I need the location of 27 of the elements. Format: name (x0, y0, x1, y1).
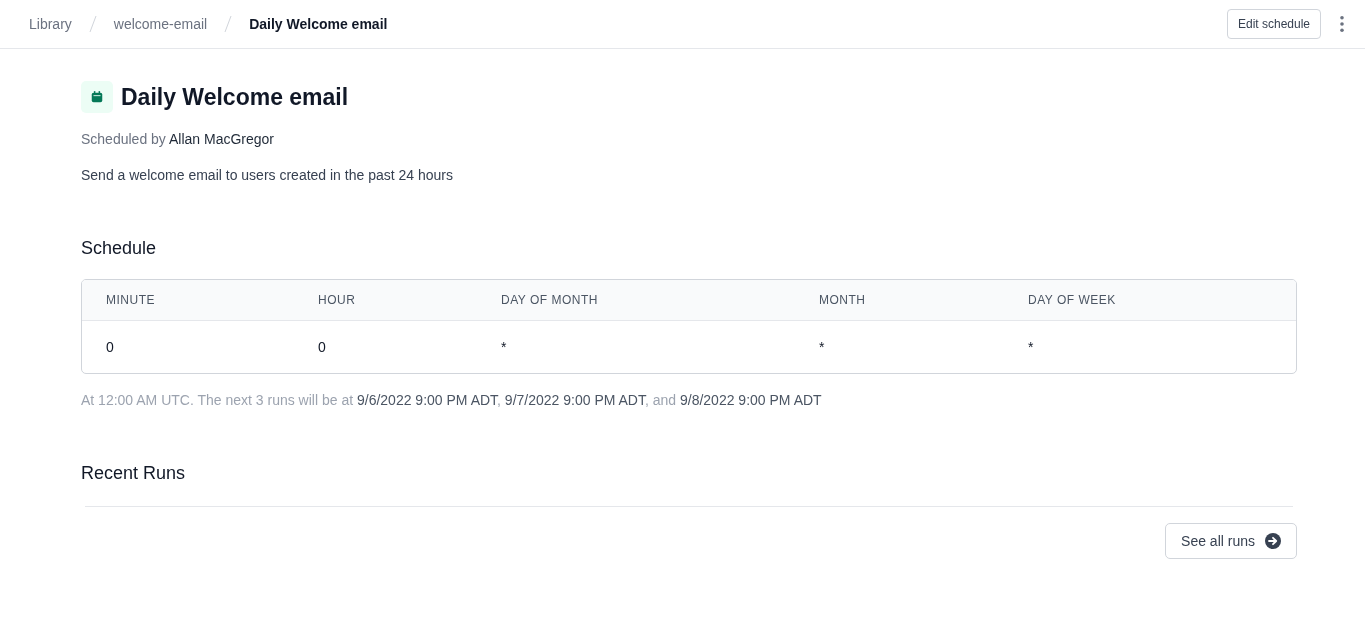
author-name: Allan MacGregor (168, 131, 274, 147)
column-header: HOUR (318, 293, 357, 307)
column-header: MINUTE (106, 293, 156, 307)
column-header: DAY OF MONTH (501, 293, 599, 307)
calendar-icon (81, 81, 113, 113)
section-heading: Schedule (81, 238, 158, 259)
see-all-runs-button[interactable]: See all runs (1165, 523, 1297, 559)
section-heading: Recent Runs (81, 463, 187, 484)
table-cell-text: 0 (106, 339, 115, 355)
table-cell-text: 0 (318, 339, 327, 355)
arrow-right-circle-icon (1265, 533, 1281, 549)
more-options-icon[interactable] (1339, 15, 1345, 33)
table-cell-text: * (501, 339, 508, 355)
edit-schedule-button[interactable]: Edit schedule (1226, 9, 1321, 39)
breadcrumb-separator (223, 14, 234, 34)
table-cell-text: * (1028, 339, 1035, 355)
current-breadcrumb[interactable]: Daily Welcome email (249, 16, 388, 32)
breadcrumb-separator (87, 14, 98, 34)
breadcrumb-link[interactable]: Library (29, 16, 72, 32)
breadcrumb-link[interactable]: welcome-email (113, 16, 208, 32)
description-text: Send a welcome email to users created in the past 24 hours (81, 167, 454, 183)
page-title: Daily Welcome email (121, 83, 349, 111)
table-cell-text: * (819, 339, 826, 355)
column-header: MONTH (819, 293, 867, 307)
column-header: DAY OF WEEK (1028, 293, 1117, 307)
scheduled-by-label: Scheduled by (81, 131, 166, 147)
next-runs-text: At 12:00 AM UTC. The next 3 runs will be at 9/6/2022 9:00 PM ADT, 9/7/2022 9:00 PM ADT, and 9/8/2022 9:00 PM ADT (81, 392, 823, 408)
